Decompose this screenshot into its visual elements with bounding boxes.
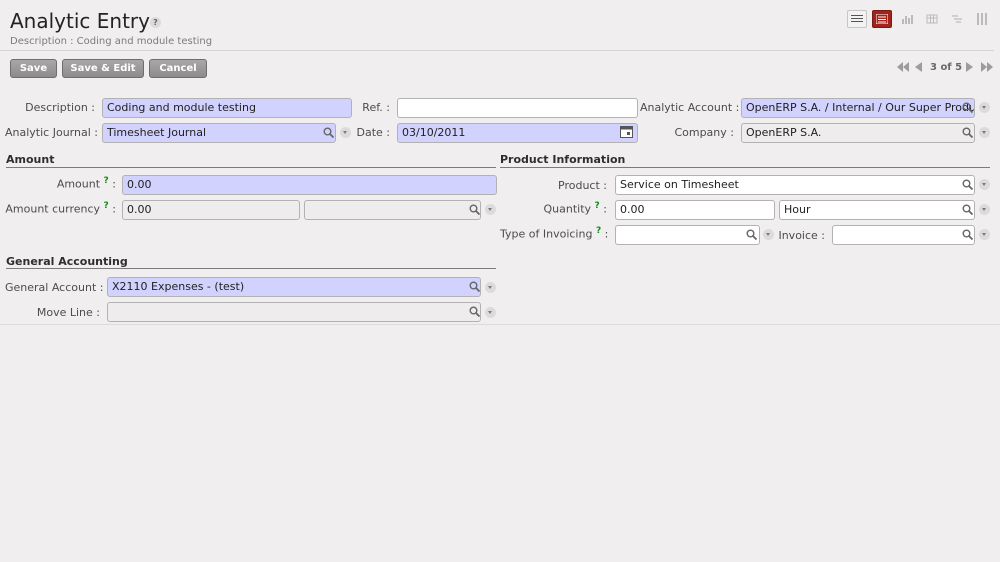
amount-field[interactable]: 0.00 <box>122 175 497 195</box>
amount-currency-label: Amount currency ? : <box>5 201 116 216</box>
description-field[interactable]: Coding and module testing <box>102 98 352 118</box>
search-icon[interactable] <box>323 127 334 138</box>
product-label: Product : <box>558 179 607 192</box>
last-page-icon[interactable] <box>981 62 993 72</box>
search-icon[interactable] <box>962 204 973 215</box>
form-bottom-divider <box>0 324 1000 325</box>
header-divider <box>0 50 994 51</box>
dropdown-arrow-icon[interactable] <box>979 229 990 240</box>
help-icon[interactable]: ? <box>150 17 161 28</box>
quantity-field[interactable]: 0.00 <box>615 200 775 220</box>
currency-field[interactable] <box>304 200 481 220</box>
gantt-view-button[interactable] <box>947 10 967 28</box>
help-marker[interactable]: ? <box>596 226 601 236</box>
product-section-title: Product Information <box>500 153 626 166</box>
general-accounting-section-title: General Accounting <box>6 255 128 268</box>
unit-of-measure-field[interactable]: Hour <box>779 200 975 220</box>
dropdown-arrow-icon[interactable] <box>485 204 496 215</box>
dropdown-arrow-icon[interactable] <box>485 282 496 293</box>
company-label: Company : <box>674 126 734 139</box>
dropdown-arrow-icon[interactable] <box>763 229 774 240</box>
search-icon[interactable] <box>962 102 973 113</box>
search-icon[interactable] <box>469 281 480 292</box>
search-icon[interactable] <box>962 229 973 240</box>
graph-view-button[interactable] <box>897 10 917 28</box>
calendar-view-icon <box>926 14 938 24</box>
amount-section-title: Amount <box>6 153 55 166</box>
graph-view-icon <box>902 15 913 24</box>
general-account-label: General Account : <box>5 281 104 294</box>
dropdown-arrow-icon[interactable] <box>979 127 990 138</box>
move-line-field[interactable] <box>107 302 481 322</box>
calendar-icon[interactable] <box>620 126 633 138</box>
analytic-account-label: Analytic Account : <box>640 101 740 114</box>
search-icon[interactable] <box>469 204 480 215</box>
search-icon[interactable] <box>962 127 973 138</box>
help-marker[interactable]: ? <box>104 176 109 186</box>
analytic-journal-field[interactable]: Timesheet Journal <box>102 123 336 143</box>
page-title: Analytic Entry <box>10 9 150 33</box>
search-icon[interactable] <box>962 179 973 190</box>
search-icon[interactable] <box>746 229 757 240</box>
quantity-label: Quantity ? : <box>543 201 608 216</box>
calendar-view-button[interactable] <box>922 10 942 28</box>
page-subtitle: Description : Coding and module testing <box>10 36 213 47</box>
pager-counter: 3 of 5 <box>930 62 963 73</box>
section-divider <box>6 268 496 269</box>
general-account-field[interactable]: X2110 Expenses - (test) <box>107 277 481 297</box>
next-page-icon[interactable] <box>966 62 973 72</box>
first-page-icon[interactable] <box>897 62 909 72</box>
invoice-field[interactable] <box>832 225 975 245</box>
dropdown-arrow-icon[interactable] <box>485 307 496 318</box>
save-button[interactable]: Save <box>10 59 57 78</box>
amount-label: Amount ? : <box>56 176 116 191</box>
dropdown-arrow-icon[interactable] <box>979 204 990 215</box>
move-line-label: Move Line : <box>36 306 100 319</box>
dropdown-arrow-icon[interactable] <box>979 102 990 113</box>
analytic-account-field[interactable]: OpenERP S.A. / Internal / Our Super Prod… <box>741 98 975 118</box>
description-label: Description : <box>25 101 95 114</box>
kanban-view-button[interactable] <box>972 10 992 28</box>
save-edit-button[interactable]: Save & Edit <box>62 59 144 78</box>
kanban-view-icon <box>977 13 987 25</box>
ref-field[interactable] <box>397 98 638 118</box>
product-field[interactable]: Service on Timesheet <box>615 175 975 195</box>
company-field[interactable]: OpenERP S.A. <box>741 123 975 143</box>
list-view-icon <box>851 15 863 22</box>
list-view-button[interactable] <box>847 10 867 28</box>
invoice-label: Invoice : <box>778 229 825 242</box>
dropdown-arrow-icon[interactable] <box>979 179 990 190</box>
type-of-invoicing-field[interactable] <box>615 225 760 245</box>
date-field[interactable]: 03/10/2011 <box>397 123 638 143</box>
section-divider <box>500 167 990 168</box>
form-view-button[interactable] <box>872 10 892 28</box>
amount-currency-field[interactable]: 0.00 <box>122 200 300 220</box>
cancel-button[interactable]: Cancel <box>149 59 207 78</box>
form-view-icon <box>876 14 888 24</box>
date-label: Date : <box>356 126 391 139</box>
previous-page-icon[interactable] <box>915 62 922 72</box>
ref-label: Ref. : <box>362 101 390 114</box>
gantt-view-icon <box>952 15 962 23</box>
analytic-journal-label: Analytic Journal : <box>5 126 98 139</box>
type-of-invoicing-label: Type of Invoicing ? : <box>500 226 609 241</box>
section-divider <box>6 167 496 168</box>
help-marker[interactable]: ? <box>104 201 109 211</box>
help-marker[interactable]: ? <box>595 201 600 211</box>
search-icon[interactable] <box>469 306 480 317</box>
